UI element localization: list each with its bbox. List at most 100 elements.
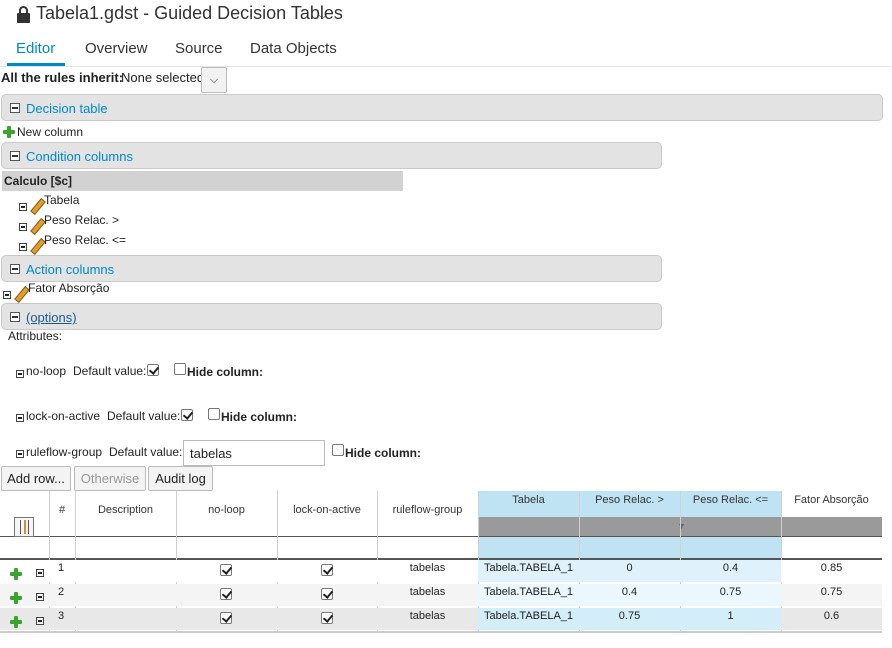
add-row-icon[interactable]	[10, 568, 22, 580]
column-header[interactable]: no-loop	[176, 504, 277, 516]
default-value-checkbox[interactable]	[147, 364, 159, 376]
column-header[interactable]: lock-on-active	[277, 504, 377, 516]
hide-column-checkbox[interactable]	[174, 363, 186, 375]
remove-icon[interactable]	[3, 291, 11, 299]
peso-le-cell[interactable]: 0.4	[680, 562, 781, 574]
edit-icon[interactable]	[30, 239, 44, 253]
remove-icon[interactable]	[19, 223, 27, 231]
decision-table-section[interactable]: Decision table	[1, 94, 883, 121]
column-header[interactable]: Peso Relac. >	[579, 494, 680, 506]
add-row-icon[interactable]	[10, 616, 22, 628]
options-link[interactable]: (options)	[26, 310, 77, 325]
delete-row-icon[interactable]	[36, 593, 44, 601]
default-value-label: Default value:	[73, 364, 147, 378]
default-value-label: Default value:	[109, 445, 183, 459]
fator-cell[interactable]: 0.75	[781, 586, 882, 598]
edit-icon[interactable]	[30, 219, 44, 233]
sort-down-icon[interactable]: ▼	[677, 521, 686, 531]
decision-grid: ▼ # Description no-loop lock-on-active r…	[0, 491, 892, 648]
add-row-button[interactable]: Add row...	[1, 466, 71, 491]
delete-row-icon[interactable]	[36, 569, 44, 577]
page-title: Tabela1.gdst - Guided Decision Tables	[36, 3, 343, 23]
chevron-down-icon[interactable]: ⌵	[318, 8, 327, 23]
add-icon[interactable]	[3, 126, 15, 138]
condition-item: Tabela	[44, 193, 80, 207]
tabela-cell[interactable]: Tabela.TABELA_1	[478, 586, 579, 598]
remove-icon[interactable]	[19, 203, 27, 211]
remove-icon[interactable]	[16, 450, 24, 458]
peso-le-cell[interactable]: 1	[680, 610, 781, 622]
tabela-cell[interactable]: Tabela.TABELA_1	[478, 562, 579, 574]
peso-gt-cell[interactable]: 0.4	[579, 586, 680, 598]
action-item: Fator Absorção	[28, 281, 110, 295]
hide-column-label: Hide column:	[221, 410, 298, 424]
collapse-icon[interactable]	[10, 151, 20, 161]
hide-column-label: Hide column:	[345, 446, 422, 460]
condition-item: Peso Relac. >	[44, 213, 120, 227]
delete-row-icon[interactable]	[36, 617, 44, 625]
no-loop-checkbox[interactable]	[220, 564, 232, 576]
peso-gt-cell[interactable]: 0.75	[579, 610, 680, 622]
edit-icon[interactable]	[30, 199, 44, 213]
fator-cell[interactable]: 0.6	[781, 610, 882, 622]
inherit-dropdown-button[interactable]: ⌵	[201, 67, 227, 93]
hide-column-label: Hide column:	[187, 365, 264, 379]
options-section[interactable]: (options)	[1, 303, 662, 330]
add-row-icon[interactable]	[10, 592, 22, 604]
default-value-checkbox[interactable]	[181, 409, 193, 421]
ruleflow-group-cell[interactable]: tabelas	[377, 610, 478, 622]
section-label: Condition columns	[26, 149, 133, 164]
column-header[interactable]: #	[49, 504, 75, 516]
tab-overview[interactable]: Overview	[85, 40, 148, 57]
attribute-name: ruleflow-group	[26, 445, 103, 459]
peso-le-cell[interactable]: 0.75	[680, 586, 781, 598]
fator-cell[interactable]: 0.85	[781, 562, 882, 574]
action-columns-section[interactable]: Action columns	[1, 255, 662, 282]
ruleflow-group-cell[interactable]: tabelas	[377, 586, 478, 598]
column-header[interactable]: Tabela	[478, 494, 579, 506]
section-label: Decision table	[26, 101, 108, 116]
default-value-label: Default value:	[107, 409, 181, 423]
tab-data-objects[interactable]: Data Objects	[250, 40, 337, 57]
otherwise-button[interactable]: Otherwise	[74, 466, 146, 491]
attribute-name: lock-on-active	[26, 409, 101, 423]
column-header[interactable]: ruleflow-group	[377, 504, 478, 516]
lock-icon	[17, 6, 30, 23]
tab-editor[interactable]: Editor	[16, 40, 55, 57]
condition-item: Peso Relac. <=	[44, 233, 127, 247]
chevron-down-icon: ⌵	[209, 74, 219, 86]
tabela-cell[interactable]: Tabela.TABELA_1	[478, 610, 579, 622]
inherit-label: All the rules inherit:	[1, 70, 124, 85]
inherit-value: None selected	[121, 70, 205, 85]
audit-log-button[interactable]: Audit log	[148, 466, 213, 491]
edit-icon[interactable]	[14, 287, 28, 301]
remove-icon[interactable]	[16, 414, 24, 422]
column-header[interactable]: Peso Relac. <=	[680, 494, 781, 506]
peso-gt-cell[interactable]: 0	[579, 562, 680, 574]
column-header[interactable]: Description	[75, 504, 176, 516]
lock-on-active-checkbox[interactable]	[321, 588, 333, 600]
section-label: Action columns	[26, 262, 115, 277]
collapse-icon[interactable]	[10, 103, 20, 113]
no-loop-checkbox[interactable]	[220, 612, 232, 624]
tab-source[interactable]: Source	[175, 40, 223, 57]
hide-column-checkbox[interactable]	[208, 408, 220, 420]
no-loop-checkbox[interactable]	[220, 588, 232, 600]
ruleflow-group-cell[interactable]: tabelas	[377, 562, 478, 574]
row-number: 3	[58, 610, 65, 622]
remove-icon[interactable]	[16, 370, 24, 378]
lock-on-active-checkbox[interactable]	[321, 564, 333, 576]
tab-bar: Editor Overview Source Data Objects	[0, 31, 892, 67]
new-column-link[interactable]: New column	[17, 125, 83, 139]
lock-on-active-checkbox[interactable]	[321, 612, 333, 624]
pattern-header: Calculo [$c]	[2, 171, 403, 191]
remove-icon[interactable]	[19, 243, 27, 251]
collapse-icon[interactable]	[10, 312, 20, 322]
row-number: 2	[58, 586, 65, 598]
hide-column-checkbox[interactable]	[332, 444, 344, 456]
column-header[interactable]: Fator Absorção	[781, 494, 882, 506]
column-chooser-icon[interactable]	[14, 517, 34, 537]
collapse-icon[interactable]	[10, 264, 20, 274]
ruleflow-group-input[interactable]	[183, 440, 325, 466]
condition-columns-section[interactable]: Condition columns	[1, 142, 662, 169]
